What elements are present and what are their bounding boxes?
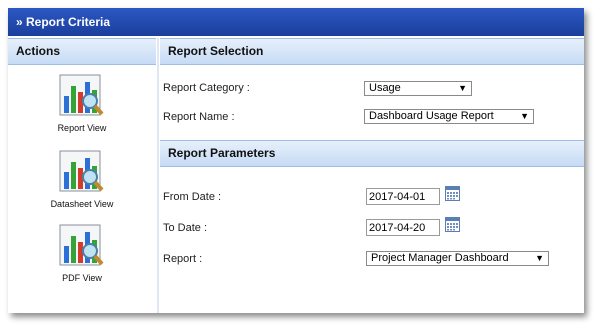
report-name-value: Dashboard Usage Report: [369, 110, 494, 122]
calendar-icon[interactable]: [445, 186, 460, 201]
from-date-input[interactable]: [366, 188, 440, 205]
report-category-select[interactable]: Usage ▼: [364, 81, 472, 96]
report-category-value: Usage: [369, 82, 401, 94]
chevron-down-icon: ▼: [458, 83, 467, 93]
actions-header: Actions: [8, 38, 156, 65]
to-date-input[interactable]: [366, 219, 440, 236]
calendar-icon[interactable]: [445, 217, 460, 232]
chevron-down-icon: ▼: [535, 253, 544, 263]
report-name-label: Report Name :: [163, 111, 235, 123]
pdf-view-action[interactable]: PDF View: [8, 224, 156, 283]
report-select[interactable]: Project Manager Dashboard ▼: [366, 251, 549, 266]
report-label: Report :: [163, 253, 203, 265]
report-view-label: Report View: [57, 123, 107, 133]
pdf-chart-icon: [59, 224, 104, 266]
report-category-label: Report Category :: [163, 82, 250, 94]
from-date-label: From Date :: [163, 191, 222, 203]
report-chart-icon: [59, 74, 104, 116]
datasheet-chart-icon: [59, 150, 104, 192]
pdf-view-label: PDF View: [62, 273, 102, 283]
datasheet-view-label: Datasheet View: [50, 199, 114, 209]
chevron-down-icon: ▼: [520, 111, 529, 121]
panel-title: » Report Criteria: [8, 8, 584, 36]
to-date-label: To Date :: [163, 222, 208, 234]
column-divider: [157, 38, 159, 313]
datasheet-view-action[interactable]: Datasheet View: [8, 150, 156, 209]
report-view-action[interactable]: Report View: [8, 74, 156, 133]
report-parameters-header: Report Parameters: [160, 140, 584, 167]
report-name-select[interactable]: Dashboard Usage Report ▼: [364, 109, 534, 124]
report-value: Project Manager Dashboard: [371, 252, 509, 264]
report-criteria-panel: » Report Criteria Actions Report Selecti…: [8, 8, 584, 313]
report-selection-header: Report Selection: [160, 38, 584, 65]
